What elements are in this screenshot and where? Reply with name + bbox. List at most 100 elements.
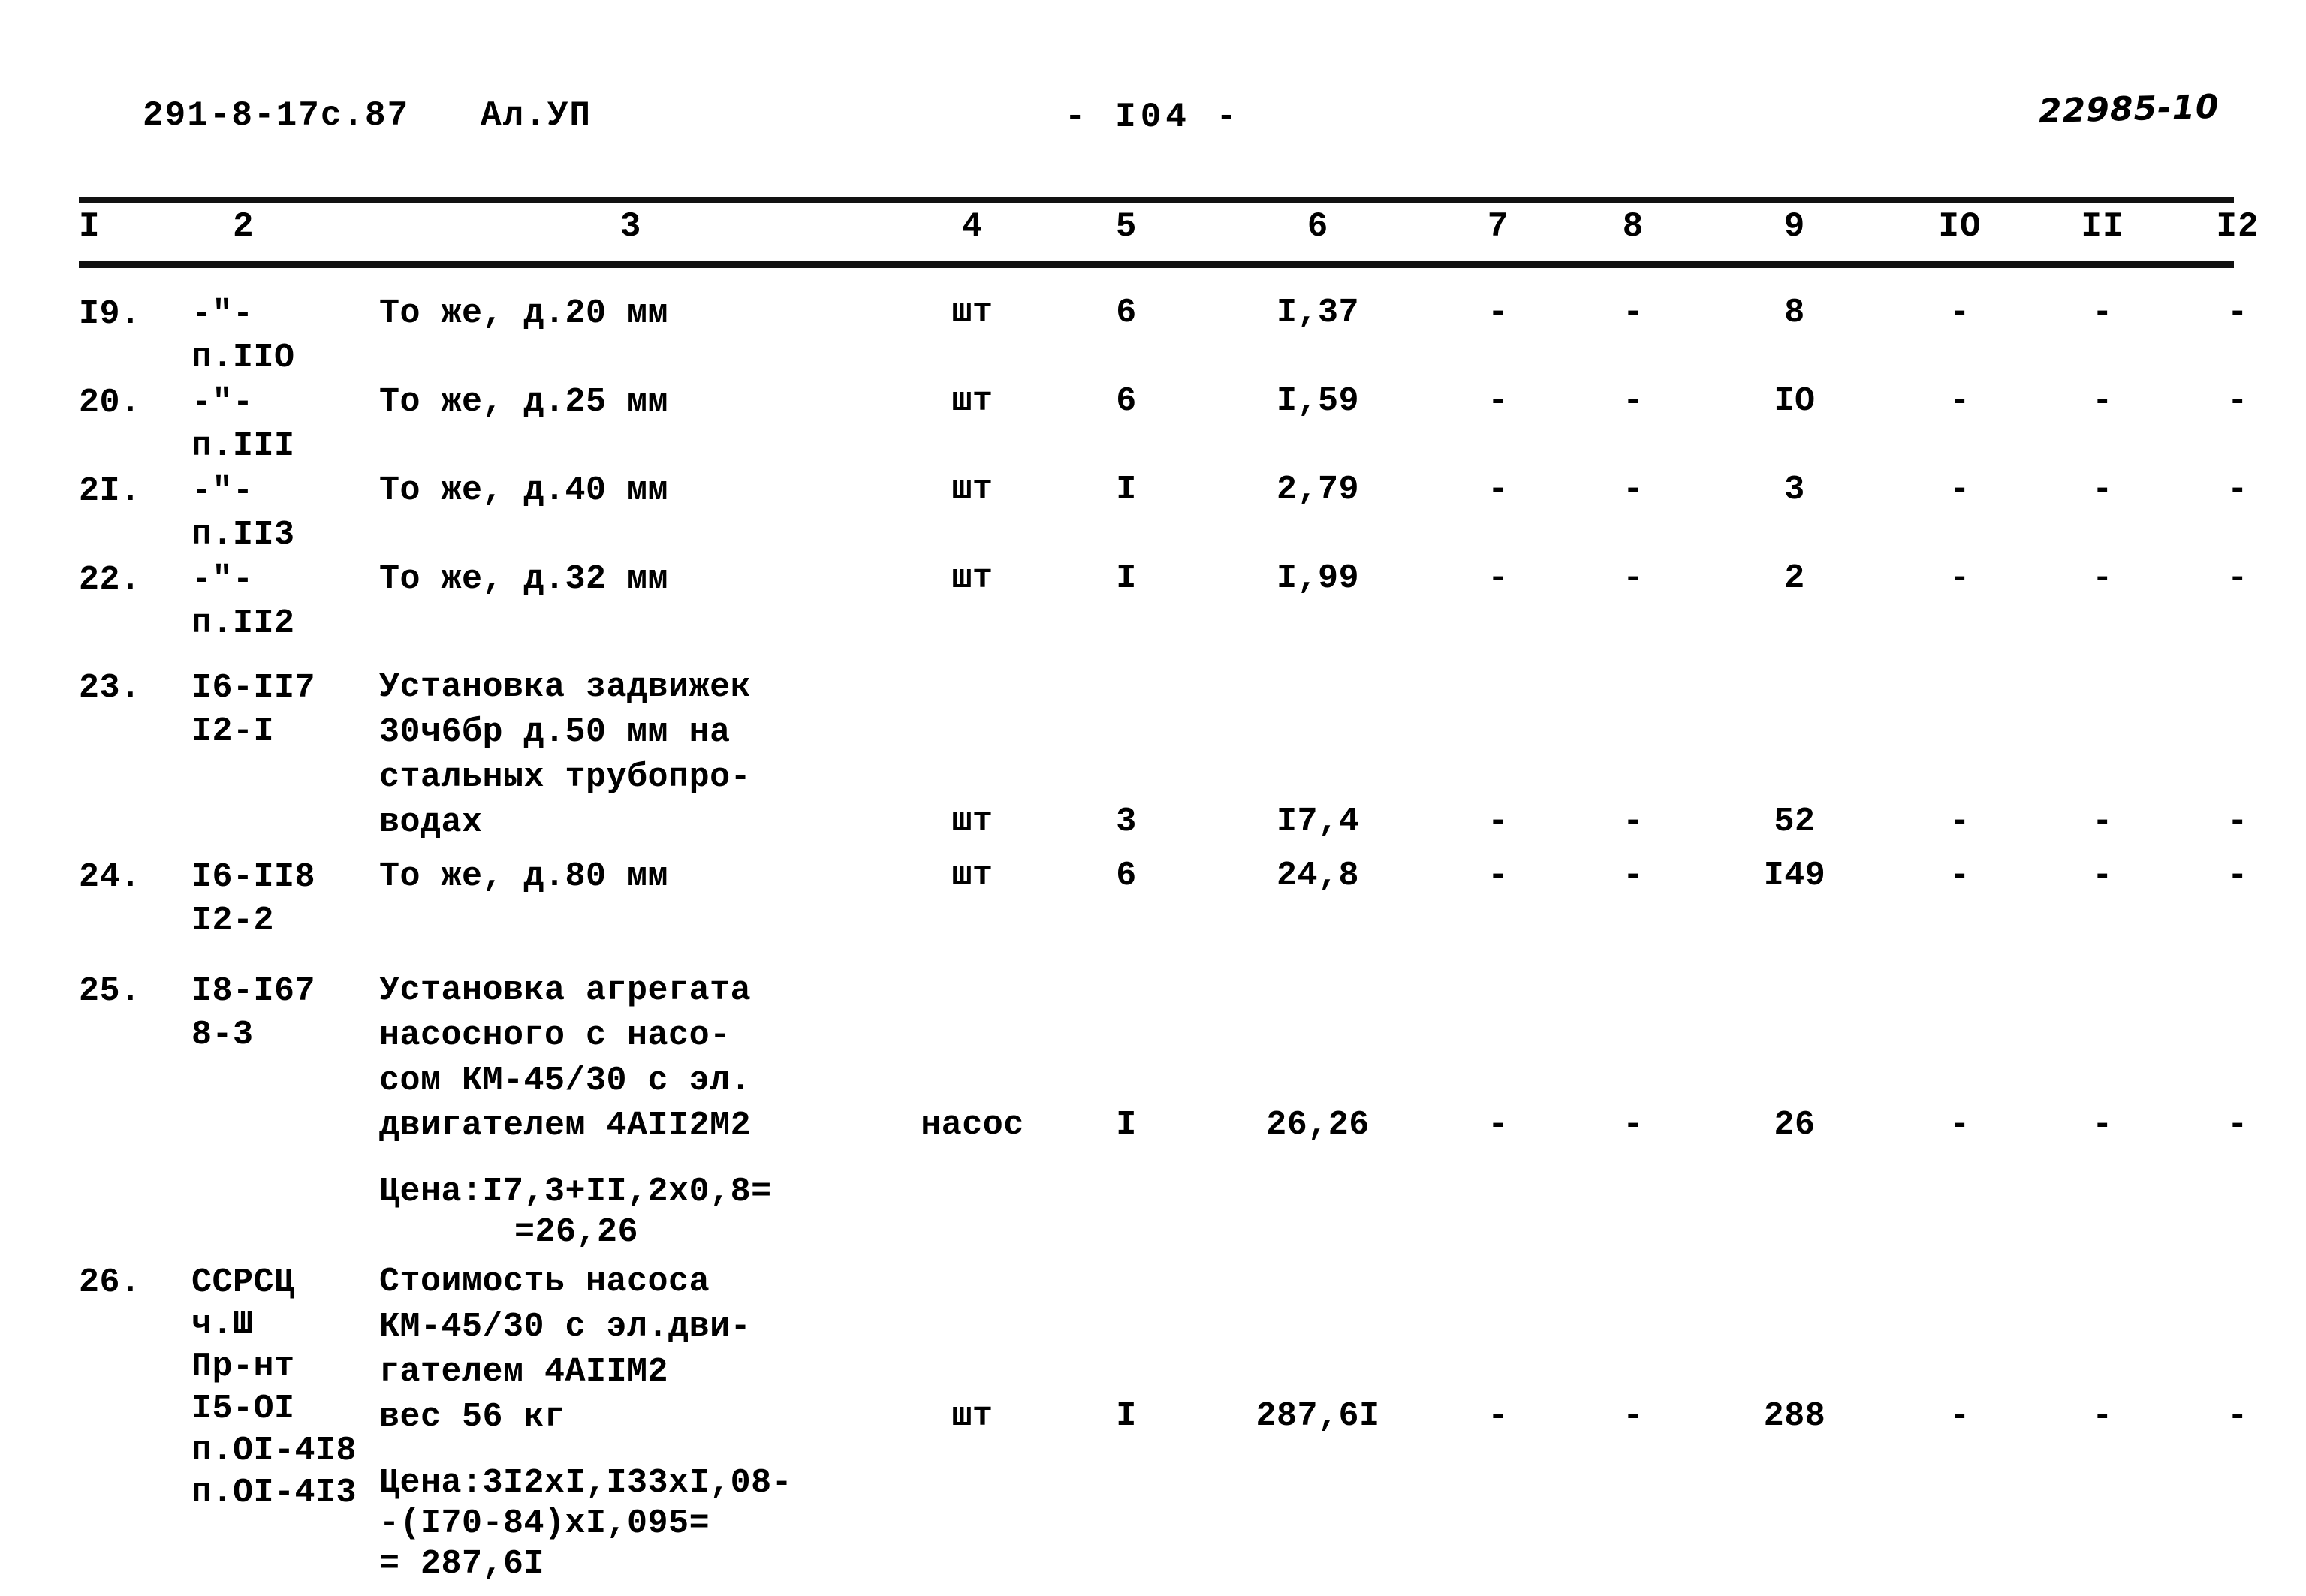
table-row: 24. I6-II8 I2-2 То же, д.80 мм шт 6 24,8…: [79, 854, 2247, 946]
row-total: 8: [1784, 294, 1805, 332]
row-col11: -: [2092, 559, 2113, 598]
row-col7: -: [1488, 294, 1509, 332]
row-code-line-4: I5-OI: [191, 1390, 295, 1428]
row-col10: -: [1949, 382, 1970, 420]
column-header-5: 5: [1115, 207, 1138, 246]
row-description: То же, д.20 мм: [379, 294, 669, 333]
row-total: 3: [1784, 471, 1805, 509]
row-price-note-line-1: Цена:I7,3+II,2х0,8=: [379, 1173, 772, 1211]
column-header-6: 6: [1307, 207, 1329, 246]
row-price-note-line-1: Цена:3I2хI,I33хI,08-: [379, 1464, 793, 1502]
row-col7: -: [1488, 1106, 1509, 1144]
row-number: 26.: [79, 1263, 141, 1302]
row-unit: шт: [951, 1397, 993, 1435]
row-number: I9.: [79, 295, 141, 333]
row-unit: насос: [921, 1106, 1024, 1144]
row-total: IO: [1774, 382, 1816, 420]
page-header: 291-8-17с.87 Ал.УП - I04 - 22985-10: [0, 88, 2306, 149]
row-description: То же, д.40 мм: [379, 471, 669, 510]
column-header-8: 8: [1622, 207, 1644, 246]
row-code-line-2: 8-3: [191, 1016, 254, 1054]
row-number: 25.: [79, 972, 141, 1010]
row-col12: -: [2227, 382, 2248, 420]
row-col10: -: [1949, 857, 1970, 895]
row-col11: -: [2092, 857, 2113, 895]
row-col10: -: [1949, 803, 1970, 841]
column-header-2: 2: [233, 207, 255, 246]
row-col8: -: [1623, 1397, 1644, 1435]
row-code-line-2: п.II2: [191, 604, 295, 643]
row-number: 22.: [79, 561, 141, 599]
row-unit: шт: [951, 803, 993, 841]
row-price: 26,26: [1266, 1106, 1370, 1144]
table-row: 23. I6-II7 I2-I Установка задвижек 30ч6б…: [79, 665, 2247, 854]
row-col10: -: [1949, 1106, 1970, 1144]
row-col10: -: [1949, 1397, 1970, 1435]
row-col11: -: [2092, 1106, 2113, 1144]
row-description: Стоимость насоса КМ-45/30 с эл.дви- гате…: [379, 1263, 752, 1436]
row-price: 287,6I: [1255, 1397, 1380, 1435]
row-number: 24.: [79, 858, 141, 896]
row-quantity: 6: [1116, 857, 1137, 895]
row-col10: -: [1949, 294, 1970, 332]
row-number: 2I.: [79, 472, 141, 510]
column-header-10: IO: [1938, 207, 1982, 246]
row-col8: -: [1623, 857, 1644, 895]
row-description: То же, д.32 мм: [379, 560, 669, 598]
row-col7: -: [1488, 559, 1509, 598]
row-unit: шт: [951, 294, 993, 332]
row-col11: -: [2092, 803, 2113, 841]
row-price: I7,4: [1276, 803, 1360, 841]
row-code-line-2: ч.Ш: [191, 1305, 254, 1344]
column-header-4: 4: [961, 207, 984, 246]
row-col12: -: [2227, 1106, 2248, 1144]
row-price-note-line-2: -(I70-84)хI,095=: [379, 1504, 710, 1543]
column-header-9: 9: [1783, 207, 1806, 246]
table-row: 25. I8-I67 8-3 Установка агрегата насосн…: [79, 968, 2247, 1251]
row-col7: -: [1488, 803, 1509, 841]
table-row: 26. ССРСЦ ч.Ш Пр-нт I5-OI п.OI-4I8 п.OI-…: [79, 1260, 2247, 1583]
row-price: I,59: [1276, 382, 1360, 420]
row-price: 24,8: [1276, 857, 1360, 895]
row-total: 2: [1784, 559, 1805, 598]
row-price: 2,79: [1276, 471, 1360, 509]
row-code-line-6: п.OI-4I3: [191, 1474, 357, 1512]
row-col8: -: [1623, 382, 1644, 420]
row-price: I,37: [1276, 294, 1360, 332]
column-header-12: I2: [2216, 207, 2259, 246]
table-row: 2I. -"- п.II3 То же, д.40 мм шт I 2,79 -…: [79, 468, 2247, 557]
row-code-line-1: -"-: [191, 384, 254, 422]
row-col11: -: [2092, 382, 2113, 420]
row-quantity: 6: [1116, 382, 1137, 420]
row-quantity: I: [1116, 1397, 1137, 1435]
row-col8: -: [1623, 559, 1644, 598]
table-top-rule: [79, 197, 2234, 203]
row-price-note-line-3: = 287,6I: [379, 1545, 545, 1583]
row-quantity: 3: [1116, 803, 1137, 841]
estimate-table: I 2 3 4 5 6 7 8 9 IO II I2 I9. -"- п.IIO…: [79, 207, 2259, 1583]
row-col12: -: [2227, 857, 2248, 895]
row-code-line-1: I6-II7: [191, 669, 316, 707]
row-quantity: I: [1116, 559, 1137, 598]
row-col11: -: [2092, 1397, 2113, 1435]
row-code-line-2: п.III: [191, 427, 295, 465]
row-description: То же, д.25 мм: [379, 383, 669, 421]
row-col7: -: [1488, 857, 1509, 895]
row-price-note-line-2: =26,26: [514, 1213, 639, 1251]
row-number: 23.: [79, 669, 141, 707]
row-description: Установка задвижек 30ч6бр д.50 мм на ста…: [379, 668, 752, 842]
row-col11: -: [2092, 294, 2113, 332]
row-col10: -: [1949, 559, 1970, 598]
row-code-line-1: ССРСЦ: [191, 1263, 295, 1302]
row-quantity: I: [1116, 1106, 1137, 1144]
row-unit: шт: [951, 857, 993, 895]
column-header-11: II: [2081, 207, 2124, 246]
page-number: - I04 -: [1064, 98, 1242, 137]
row-price: I,99: [1276, 559, 1360, 598]
row-col12: -: [2227, 803, 2248, 841]
table-header-row: I 2 3 4 5 6 7 8 9 IO II I2: [79, 207, 2259, 261]
row-col8: -: [1623, 803, 1644, 841]
row-col7: -: [1488, 382, 1509, 420]
column-header-7: 7: [1487, 207, 1509, 246]
row-code-line-2: I2-2: [191, 902, 275, 940]
